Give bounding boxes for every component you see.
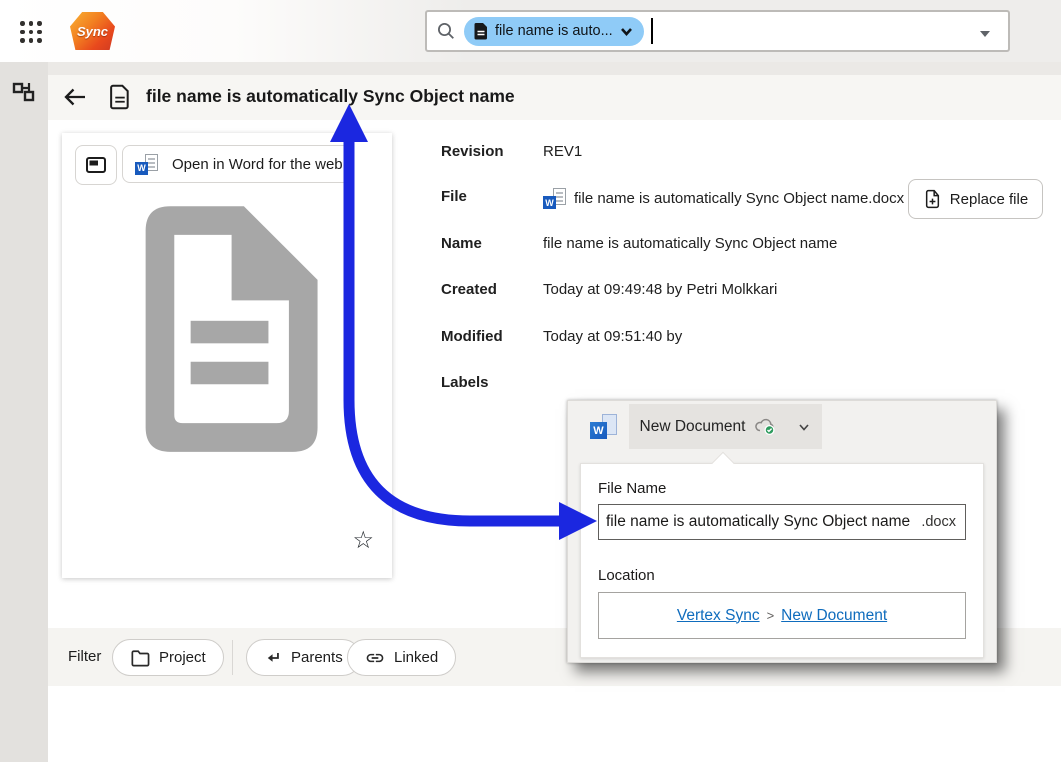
detail-row-labels: Labels bbox=[441, 374, 543, 391]
word-save-popup: W New Document File Name file name is au… bbox=[567, 400, 997, 663]
parent-arrow-icon bbox=[264, 649, 282, 667]
hierarchy-tree-icon[interactable] bbox=[11, 79, 37, 105]
detail-row-name: Name file name is automatically Sync Obj… bbox=[441, 235, 837, 252]
callout-notch bbox=[712, 452, 735, 475]
back-arrow-icon[interactable] bbox=[62, 84, 88, 110]
replace-file-button[interactable]: Replace file bbox=[908, 179, 1043, 219]
app-window: Sync file name is auto... bbox=[0, 0, 1061, 762]
document-title-tab[interactable]: New Document bbox=[629, 404, 822, 449]
detail-label: Name bbox=[441, 235, 543, 252]
document-preview-card: W Open in Word for the web ☆ bbox=[62, 133, 392, 578]
word-file-icon: W bbox=[135, 154, 158, 175]
sync-logo[interactable]: Sync bbox=[70, 12, 115, 50]
search-filter-chip[interactable]: file name is auto... bbox=[464, 17, 644, 46]
link-icon bbox=[365, 648, 385, 668]
document-thumbnail-icon bbox=[125, 198, 330, 460]
file-name-value: file name is automatically Sync Object n… bbox=[574, 190, 904, 207]
search-icon bbox=[436, 21, 456, 41]
filter-chip-project[interactable]: Project bbox=[112, 639, 224, 676]
detail-row-modified: Modified Today at 09:51:40 by bbox=[441, 328, 682, 345]
chevron-down-icon[interactable] bbox=[797, 420, 811, 434]
file-name-input[interactable]: file name is automatically Sync Object n… bbox=[598, 504, 966, 540]
apps-grid-icon[interactable] bbox=[18, 19, 44, 45]
open-in-word-label: Open in Word for the web bbox=[172, 156, 343, 173]
search-dropdown-caret[interactable] bbox=[980, 31, 990, 37]
detail-row-created: Created Today at 09:49:48 by Petri Molkk… bbox=[441, 281, 777, 298]
detail-value: file name is automatically Sync Object n… bbox=[543, 235, 837, 252]
search-input[interactable]: file name is auto... bbox=[425, 10, 1010, 52]
search-chip-label: file name is auto... bbox=[495, 23, 613, 39]
page-title: file name is automatically Sync Object n… bbox=[146, 86, 515, 107]
breadcrumb-separator: > bbox=[767, 608, 775, 623]
chevron-down-icon[interactable] bbox=[619, 24, 634, 39]
detail-label: Labels bbox=[441, 374, 543, 391]
document-icon bbox=[473, 22, 489, 40]
document-icon bbox=[108, 84, 132, 110]
detail-row-revision: Revision REV1 bbox=[441, 143, 582, 160]
filter-chip-parents[interactable]: Parents bbox=[246, 639, 361, 676]
favorite-star-icon[interactable]: ☆ bbox=[352, 529, 374, 553]
filter-chip-label: Linked bbox=[394, 649, 438, 666]
detail-label: File bbox=[441, 188, 543, 209]
top-bar: Sync file name is auto... bbox=[0, 0, 1061, 62]
detail-label: Revision bbox=[441, 143, 543, 160]
cloud-saved-icon bbox=[753, 417, 777, 436]
detail-label: Modified bbox=[441, 328, 543, 345]
word-app-icon: W bbox=[590, 414, 617, 439]
filter-chip-linked[interactable]: Linked bbox=[347, 639, 456, 676]
preview-panel-button[interactable] bbox=[75, 145, 117, 185]
file-name-input-value: file name is automatically Sync Object n… bbox=[606, 513, 921, 531]
replace-file-label: Replace file bbox=[950, 191, 1028, 208]
filter-chip-label: Parents bbox=[291, 649, 343, 666]
location-breadcrumb: Vertex Sync > New Document bbox=[598, 592, 966, 639]
filter-divider bbox=[232, 640, 233, 675]
filter-label: Filter bbox=[68, 648, 101, 665]
file-extension: .docx bbox=[921, 514, 956, 530]
detail-value: Today at 09:49:48 by Petri Molkkari bbox=[543, 281, 777, 298]
folder-icon bbox=[130, 649, 150, 667]
open-in-word-button[interactable]: W Open in Word for the web bbox=[122, 145, 353, 183]
add-file-icon bbox=[923, 189, 942, 209]
breadcrumb-link-new-document[interactable]: New Document bbox=[781, 607, 887, 625]
save-panel: File Name file name is automatically Syn… bbox=[580, 463, 984, 658]
panel-layout-icon bbox=[85, 155, 107, 175]
sync-logo-text: Sync bbox=[77, 24, 108, 39]
detail-value: REV1 bbox=[543, 143, 582, 160]
location-label: Location bbox=[598, 567, 655, 584]
detail-label: Created bbox=[441, 281, 543, 298]
document-title: New Document bbox=[640, 418, 746, 436]
filter-chip-label: Project bbox=[159, 649, 206, 666]
detail-value: Today at 09:51:40 by bbox=[543, 328, 682, 345]
text-cursor bbox=[651, 18, 653, 44]
breadcrumb-link-vertex-sync[interactable]: Vertex Sync bbox=[677, 607, 760, 625]
detail-row-file: File W file name is automatically Sync O… bbox=[441, 188, 904, 209]
word-file-icon: W bbox=[543, 188, 566, 209]
divider-band bbox=[0, 62, 1061, 75]
file-name-label: File Name bbox=[598, 480, 666, 497]
left-sidebar bbox=[0, 62, 48, 762]
